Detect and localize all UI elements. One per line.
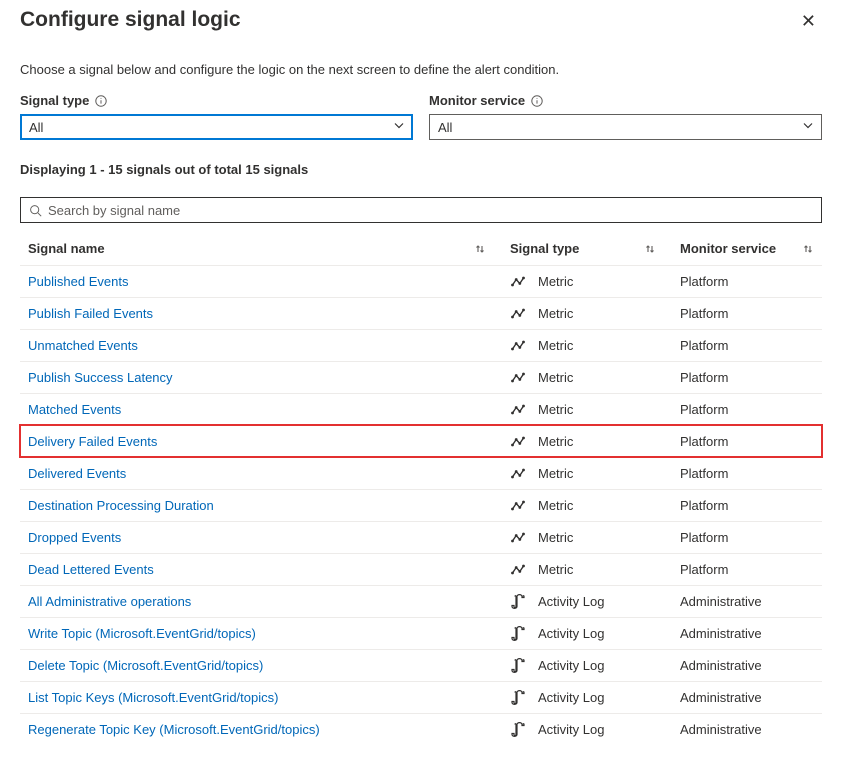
- table-row[interactable]: Dead Lettered Events Metric Platform: [20, 553, 822, 585]
- signal-type-text: Metric: [538, 434, 573, 449]
- monitor-service-text: Platform: [680, 338, 822, 353]
- monitor-service-label: Monitor service: [429, 93, 525, 108]
- metric-icon: [510, 562, 526, 578]
- activity-log-icon: [510, 722, 526, 738]
- metric-icon: [510, 434, 526, 450]
- table-row[interactable]: Published Events Metric Platform: [20, 265, 822, 297]
- metric-icon: [510, 274, 526, 290]
- table-row[interactable]: Write Topic (Microsoft.EventGrid/topics)…: [20, 617, 822, 649]
- info-icon[interactable]: [95, 95, 107, 107]
- table-row[interactable]: Destination Processing Duration Metric Pla…: [20, 489, 822, 521]
- search-input[interactable]: [48, 203, 813, 218]
- signal-link[interactable]: Dropped Events: [28, 530, 121, 545]
- page-title: Configure signal logic: [20, 8, 241, 32]
- signal-type-text: Metric: [538, 562, 573, 577]
- monitor-service-text: Platform: [680, 274, 822, 289]
- table-row[interactable]: Publish Failed Events Metric Platform: [20, 297, 822, 329]
- monitor-service-text: Platform: [680, 402, 822, 417]
- monitor-service-text: Administrative: [680, 626, 822, 641]
- signal-link[interactable]: Delete Topic (Microsoft.EventGrid/topics…: [28, 658, 263, 673]
- description-text: Choose a signal below and configure the …: [20, 62, 822, 77]
- signal-type-text: Activity Log: [538, 722, 604, 737]
- signal-link[interactable]: Matched Events: [28, 402, 121, 417]
- signal-type-text: Metric: [538, 402, 573, 417]
- monitor-service-text: Administrative: [680, 690, 822, 705]
- signal-type-text: Metric: [538, 274, 573, 289]
- monitor-service-text: Platform: [680, 466, 822, 481]
- monitor-service-text: Platform: [680, 562, 822, 577]
- signal-link[interactable]: Destination Processing Duration: [28, 498, 214, 513]
- column-header-type[interactable]: Signal type: [510, 241, 680, 256]
- metric-icon: [510, 370, 526, 386]
- metric-icon: [510, 530, 526, 546]
- monitor-service-text: Administrative: [680, 594, 822, 609]
- signal-type-text: Activity Log: [538, 626, 604, 641]
- signal-link[interactable]: Delivered Events: [28, 466, 126, 481]
- signal-type-label: Signal type: [20, 93, 89, 108]
- table-row[interactable]: Regenerate Topic Key (Microsoft.EventGri…: [20, 713, 822, 745]
- metric-icon: [510, 466, 526, 482]
- signal-link[interactable]: Published Events: [28, 274, 128, 289]
- signal-link[interactable]: All Administrative operations: [28, 594, 191, 609]
- metric-icon: [510, 338, 526, 354]
- table-row[interactable]: Dropped Events Metric Platform: [20, 521, 822, 553]
- signals-table: Signal name Signal type Monitor service …: [20, 233, 822, 745]
- table-row[interactable]: All Administrative operations Activity Lo…: [20, 585, 822, 617]
- info-icon[interactable]: [531, 95, 543, 107]
- sort-icon: [474, 243, 486, 255]
- activity-log-icon: [510, 690, 526, 706]
- signal-link[interactable]: Publish Success Latency: [28, 370, 173, 385]
- signal-type-select[interactable]: All: [20, 114, 413, 140]
- monitor-service-text: Administrative: [680, 658, 822, 673]
- monitor-service-text: Platform: [680, 498, 822, 513]
- sort-icon: [802, 243, 814, 255]
- signal-link[interactable]: Unmatched Events: [28, 338, 138, 353]
- search-icon: [29, 204, 42, 217]
- signal-type-text: Metric: [538, 306, 573, 321]
- search-box[interactable]: [20, 197, 822, 223]
- signal-link[interactable]: Regenerate Topic Key (Microsoft.EventGri…: [28, 722, 320, 737]
- activity-log-icon: [510, 626, 526, 642]
- table-row[interactable]: List Topic Keys (Microsoft.EventGrid/top…: [20, 681, 822, 713]
- metric-icon: [510, 498, 526, 514]
- monitor-service-text: Administrative: [680, 722, 822, 737]
- monitor-service-select[interactable]: All: [429, 114, 822, 140]
- signal-type-text: Metric: [538, 370, 573, 385]
- signal-type-text: Metric: [538, 338, 573, 353]
- signal-link[interactable]: Write Topic (Microsoft.EventGrid/topics): [28, 626, 256, 641]
- table-row[interactable]: Delivery Failed Events Metric Platform: [20, 425, 822, 457]
- signal-link[interactable]: Delivery Failed Events: [28, 434, 157, 449]
- results-count: Displaying 1 - 15 signals out of total 1…: [20, 162, 822, 177]
- column-header-name[interactable]: Signal name: [20, 241, 510, 256]
- close-button[interactable]: ✕: [795, 8, 822, 34]
- table-row[interactable]: Delivered Events Metric Platform: [20, 457, 822, 489]
- sort-icon: [644, 243, 656, 255]
- signal-link[interactable]: List Topic Keys (Microsoft.EventGrid/top…: [28, 690, 278, 705]
- table-row[interactable]: Publish Success Latency Metric Platform: [20, 361, 822, 393]
- signal-type-text: Activity Log: [538, 594, 604, 609]
- monitor-service-text: Platform: [680, 530, 822, 545]
- table-row[interactable]: Delete Topic (Microsoft.EventGrid/topics…: [20, 649, 822, 681]
- activity-log-icon: [510, 658, 526, 674]
- monitor-service-text: Platform: [680, 306, 822, 321]
- signal-type-text: Metric: [538, 498, 573, 513]
- activity-log-icon: [510, 594, 526, 610]
- signal-type-text: Activity Log: [538, 658, 604, 673]
- signal-link[interactable]: Dead Lettered Events: [28, 562, 154, 577]
- column-header-service[interactable]: Monitor service: [680, 241, 822, 256]
- metric-icon: [510, 402, 526, 418]
- signal-type-text: Activity Log: [538, 690, 604, 705]
- signal-type-text: Metric: [538, 530, 573, 545]
- table-row[interactable]: Unmatched Events Metric Platform: [20, 329, 822, 361]
- signal-type-text: Metric: [538, 466, 573, 481]
- monitor-service-text: Platform: [680, 434, 822, 449]
- signal-link[interactable]: Publish Failed Events: [28, 306, 153, 321]
- monitor-service-text: Platform: [680, 370, 822, 385]
- metric-icon: [510, 306, 526, 322]
- table-row[interactable]: Matched Events Metric Platform: [20, 393, 822, 425]
